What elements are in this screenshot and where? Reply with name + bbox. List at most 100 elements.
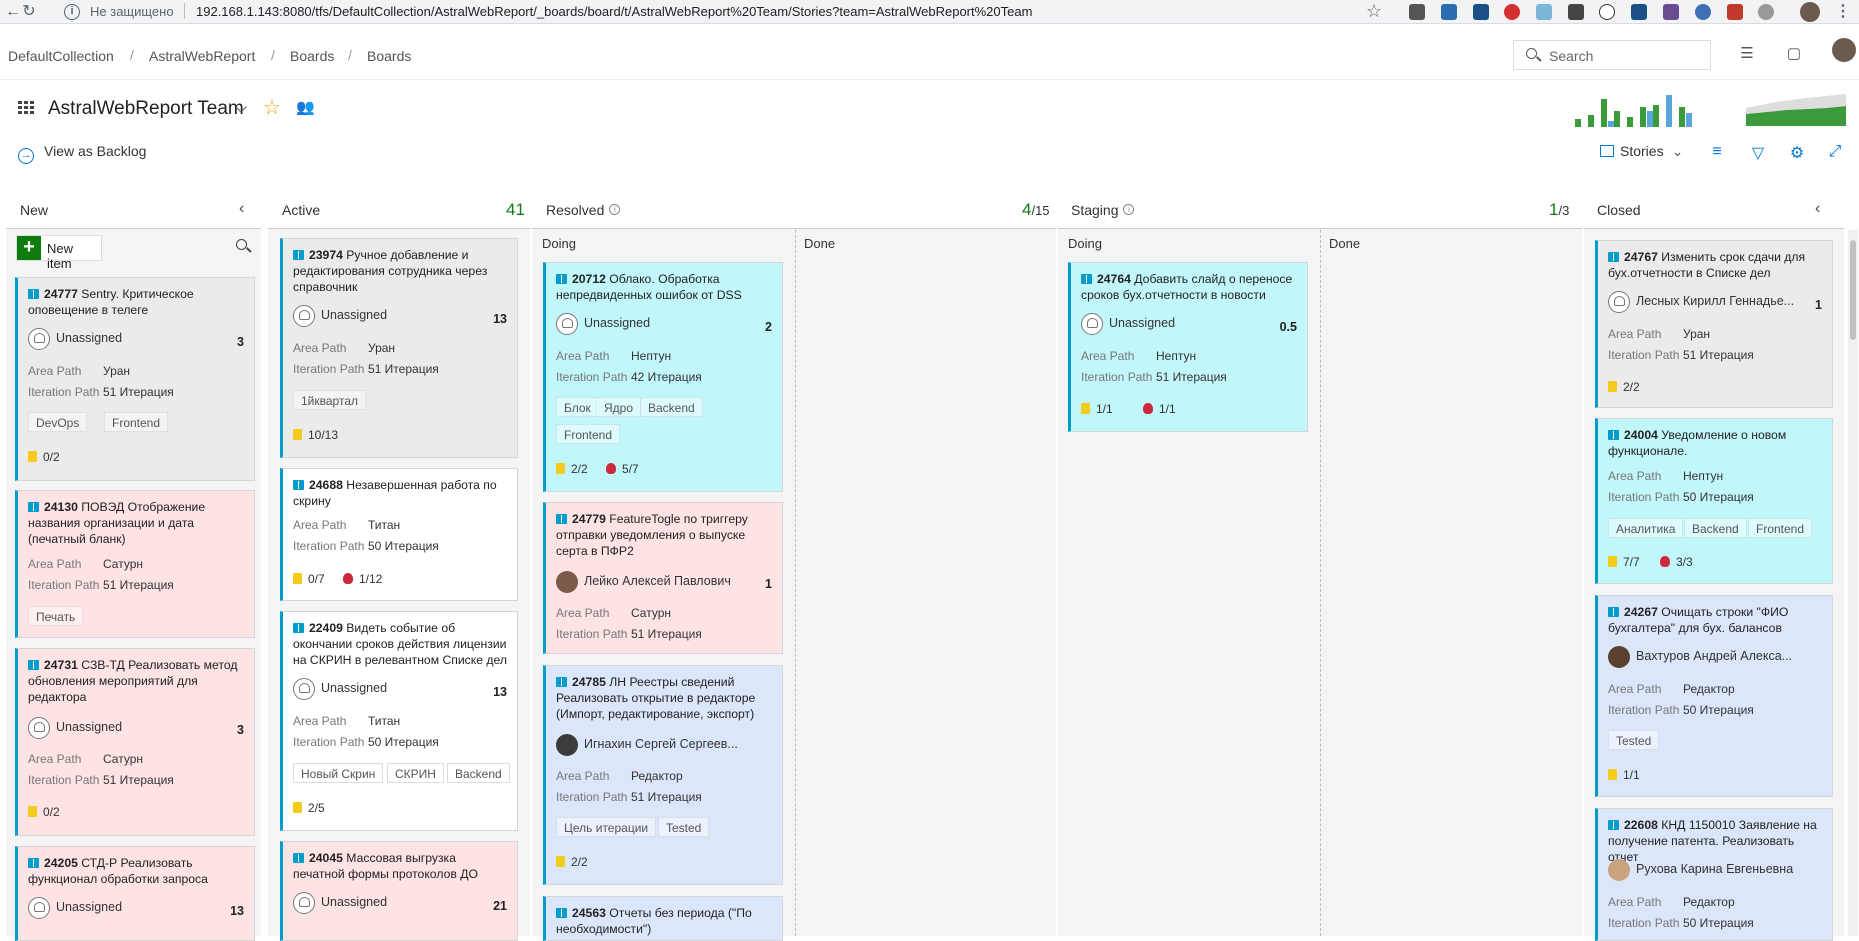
column-count: 41 xyxy=(506,200,525,219)
settings-sliders-icon[interactable]: ≡ xyxy=(1708,143,1726,161)
tag: Ядро xyxy=(596,397,642,417)
arrow-right-circle-icon: → xyxy=(18,148,34,164)
task-icon xyxy=(556,463,565,474)
extension-icon[interactable] xyxy=(1758,4,1774,20)
cumulative-flow-chart[interactable] xyxy=(1746,92,1846,126)
browser-profile-avatar[interactable] xyxy=(1800,2,1820,22)
card-22608[interactable]: 22608 КНД 1150010 Заявление на получение… xyxy=(1595,808,1833,941)
card-24767[interactable]: 24767 Изменить срок сдачи для бух.отчетн… xyxy=(1595,240,1833,408)
story-points: 0.5 xyxy=(1279,320,1297,334)
tag: Печать xyxy=(28,606,84,626)
filter-icon[interactable]: ▽ xyxy=(1749,143,1767,162)
card-24004[interactable]: 24004 Уведомление о новом функционале. A… xyxy=(1595,418,1833,584)
task-icon xyxy=(28,806,37,817)
view-as-backlog-link[interactable]: → View as Backlog xyxy=(18,143,146,164)
swimlane-doing: Doing xyxy=(542,236,576,251)
gear-icon[interactable]: ⚙ xyxy=(1788,143,1806,162)
bug-icon xyxy=(1143,403,1153,414)
favorite-star-icon[interactable]: ☆ xyxy=(263,95,281,120)
task-progress: 2/2 xyxy=(556,462,588,476)
browser-menu-icon[interactable]: ⋮ xyxy=(1834,3,1852,21)
card-22409[interactable]: 22409 Видеть событие об окончании сроков… xyxy=(280,611,518,831)
board-icon xyxy=(18,101,35,115)
user-story-icon xyxy=(28,660,39,670)
search-box[interactable]: Search xyxy=(1513,40,1711,70)
task-progress: 2/2 xyxy=(1608,380,1640,394)
tag: DevOps xyxy=(28,412,88,432)
user-avatar xyxy=(1608,291,1630,313)
card-24563[interactable]: 24563 Отчеты без периода ("По необходимо… xyxy=(543,896,783,941)
backlog-level-selector[interactable]: Stories ⌄ xyxy=(1600,143,1683,160)
card-24731[interactable]: 24731 СЗВ-ТД Реализовать метод обновлени… xyxy=(15,648,255,836)
card-24688[interactable]: 24688 Незавершенная работа по скрину Are… xyxy=(280,468,518,601)
info-icon[interactable]: i xyxy=(609,204,621,215)
adblock-icon[interactable] xyxy=(1504,4,1520,20)
new-item-button[interactable]: + New item xyxy=(16,235,102,271)
column-active-header: Active 41 xyxy=(282,200,525,219)
card-24777[interactable]: 24777 Sentry. Критическое оповещение в т… xyxy=(15,277,255,481)
story-points: 1 xyxy=(1815,298,1822,312)
extension-icon[interactable] xyxy=(1473,4,1489,20)
card-24130[interactable]: 24130 ПОВЭД Отображение названия организ… xyxy=(15,490,255,638)
extension-icon[interactable] xyxy=(1599,4,1615,20)
story-points: 13 xyxy=(230,904,244,918)
list-icon[interactable]: ☰ xyxy=(1738,44,1756,62)
extension-icon[interactable] xyxy=(1727,4,1743,20)
bookmark-star-icon[interactable]: ☆ xyxy=(1366,1,1382,22)
card-20712[interactable]: 20712 Облако. Обработка непредвиденных о… xyxy=(543,262,783,492)
column-search-icon[interactable] xyxy=(236,239,247,250)
user-story-icon xyxy=(293,250,304,260)
card-24764[interactable]: 24764 Добавить слайд о переносе сроков б… xyxy=(1068,262,1308,432)
user-story-icon xyxy=(1081,274,1092,284)
card-24045[interactable]: 24045 Массовая выгрузка печатной формы п… xyxy=(280,841,518,941)
user-story-icon xyxy=(556,274,567,284)
card-24205[interactable]: 24205 СТД-Р Реализовать функционал обраб… xyxy=(15,846,255,941)
shopping-bag-icon[interactable]: ▢ xyxy=(1785,44,1803,62)
column-closed-header: Closed ‹ xyxy=(1597,200,1821,218)
user-story-icon xyxy=(556,514,567,524)
extension-icon[interactable] xyxy=(1568,4,1584,20)
user-story-icon xyxy=(1608,252,1619,262)
reload-icon[interactable]: ↻ xyxy=(20,3,38,21)
extension-icon[interactable] xyxy=(1631,4,1647,20)
card-24785[interactable]: 24785 ЛН Реестры сведений Реализовать от… xyxy=(543,665,783,885)
team-title[interactable]: AstralWebReport Team xyxy=(48,98,244,120)
plus-icon: + xyxy=(17,236,41,260)
extension-icon[interactable] xyxy=(1536,4,1552,20)
user-avatar[interactable] xyxy=(1832,38,1856,62)
user-avatar xyxy=(1608,646,1630,668)
extension-icon[interactable] xyxy=(1441,4,1457,20)
breadcrumb-project[interactable]: AstralWebReport xyxy=(149,48,255,64)
tag: 1йквартал xyxy=(293,390,366,410)
collapse-column-icon[interactable]: ‹ xyxy=(239,200,244,218)
user-story-icon xyxy=(28,502,39,512)
breadcrumb-boards-hub[interactable]: Boards xyxy=(290,48,334,64)
task-progress: 2/5 xyxy=(293,801,325,815)
board-scrollbar[interactable] xyxy=(1848,230,1858,936)
url-field[interactable]: 192.168.1.143:8080/tfs/DefaultCollection… xyxy=(196,4,1032,19)
team-members-icon[interactable]: 👥 xyxy=(296,98,315,116)
task-progress: 7/7 xyxy=(1608,555,1640,569)
user-avatar xyxy=(556,734,578,756)
top-bar: DefaultCollection / AstralWebReport / Bo… xyxy=(0,24,1859,80)
user-avatar xyxy=(1608,859,1630,881)
tag: Backend xyxy=(447,763,510,783)
breadcrumb-boards-page[interactable]: Boards xyxy=(367,48,411,64)
team-header: AstralWebReport Team ☆ 👥 → View as Backlo… xyxy=(0,80,1859,180)
card-24267[interactable]: 24267 Очищать строки "ФИО бухгалтера" дл… xyxy=(1595,595,1833,797)
extension-icon[interactable] xyxy=(1409,4,1425,20)
bug-icon xyxy=(606,463,616,474)
info-icon[interactable]: i xyxy=(1123,204,1135,215)
chevron-down-icon: ⌄ xyxy=(1671,143,1684,159)
card-24779[interactable]: 24779 FeatureTogle по триггеру отправки … xyxy=(543,502,783,654)
card-23974[interactable]: 23974 Ручное добавление и редактирования… xyxy=(280,238,518,458)
extension-icon[interactable] xyxy=(1663,4,1679,20)
extension-icon[interactable] xyxy=(1695,4,1711,20)
fullscreen-icon[interactable]: ⤢ xyxy=(1826,143,1844,161)
info-icon[interactable]: i xyxy=(64,4,80,20)
collapse-column-icon[interactable]: ‹ xyxy=(1815,200,1820,218)
column-count: 4/15 xyxy=(1022,200,1050,219)
breadcrumb-collection[interactable]: DefaultCollection xyxy=(8,48,114,64)
unassigned-avatar-icon xyxy=(556,313,578,335)
story-points: 1 xyxy=(765,577,772,591)
